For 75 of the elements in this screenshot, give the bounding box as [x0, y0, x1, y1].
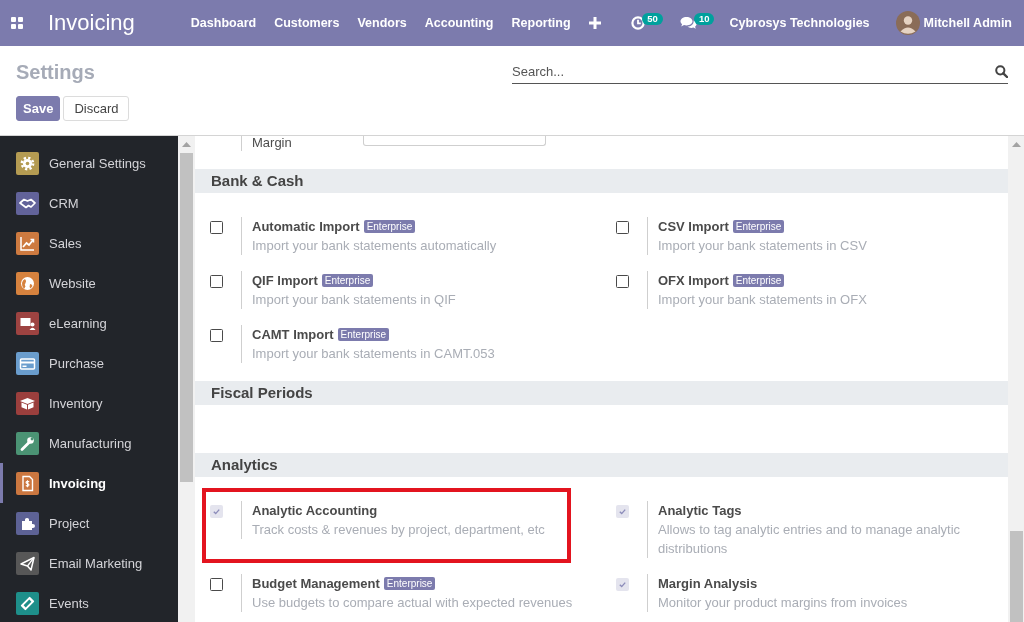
- notification-badge: 10: [693, 13, 715, 25]
- setting-description: Use budgets to compare actual with expected revenues: [252, 594, 574, 612]
- setting-title: Automatic Import: [252, 219, 360, 234]
- section-header: Fiscal Periods: [195, 381, 1008, 405]
- menu-item[interactable]: Reporting: [502, 16, 580, 30]
- checkbox[interactable]: [616, 505, 629, 518]
- input-field[interactable]: [363, 136, 546, 146]
- setting-title: CAMT Import: [252, 327, 334, 342]
- sidebar-item[interactable]: Email Marketing: [0, 543, 178, 583]
- checkbox[interactable]: [210, 221, 223, 234]
- setting-title: OFX Import: [658, 273, 729, 288]
- app-title[interactable]: Invoicing: [48, 10, 135, 36]
- search-field[interactable]: Search...: [512, 60, 1008, 84]
- setting-title: Analytic Accounting: [252, 503, 378, 518]
- page-title: Settings: [16, 60, 96, 84]
- company-switcher[interactable]: Cybrosys Technologies: [729, 16, 870, 30]
- sidebar-item[interactable]: Purchase: [0, 343, 178, 383]
- sidebar-item[interactable]: Manufacturing: [0, 423, 178, 463]
- enterprise-badge: Enterprise: [383, 577, 436, 590]
- section-header: Analytics: [195, 453, 1008, 477]
- search-icon[interactable]: [995, 65, 1008, 78]
- checkbox[interactable]: [616, 578, 629, 591]
- checkbox[interactable]: [616, 221, 629, 234]
- scrollbar-thumb[interactable]: [1009, 531, 1023, 622]
- checkbox[interactable]: [210, 578, 223, 591]
- setting-description: Import your bank statements automatically: [252, 237, 498, 255]
- setting-title: Margin Analysis: [658, 576, 758, 591]
- sidebar-item[interactable]: Project: [0, 503, 178, 543]
- enterprise-badge: Enterprise: [732, 274, 785, 287]
- scrollbar[interactable]: [178, 136, 195, 622]
- discard-button[interactable]: Discard: [63, 96, 130, 121]
- menu-item[interactable]: Vendors: [348, 16, 416, 30]
- setting-description: Track costs & revenues by project, department, etc: [252, 521, 546, 539]
- activity-icon[interactable]: [631, 16, 646, 30]
- plus-icon[interactable]: [589, 17, 602, 29]
- sidebar-item[interactable]: Sales: [0, 223, 178, 263]
- menu-item[interactable]: Accounting: [415, 16, 503, 30]
- checkbox[interactable]: [616, 275, 629, 288]
- enterprise-badge: Enterprise: [363, 220, 416, 233]
- menu-item[interactable]: Dashboard: [181, 16, 266, 30]
- sidebar-item[interactable]: Website: [0, 263, 178, 303]
- setting-title: Analytic Tags: [658, 503, 742, 518]
- scroll-up-icon[interactable]: [1011, 142, 1021, 147]
- setting-title: QIF Import: [252, 273, 318, 288]
- checkbox[interactable]: [210, 329, 223, 342]
- apps-menu-icon[interactable]: [11, 17, 23, 29]
- scroll-up-icon[interactable]: [182, 142, 191, 147]
- enterprise-badge: Enterprise: [732, 220, 785, 233]
- chat-icon[interactable]: [679, 16, 697, 30]
- field-label: Margin: [252, 136, 293, 150]
- save-button[interactable]: Save: [16, 96, 61, 121]
- setting-description: Import your bank statements in CAMT.053: [252, 345, 496, 363]
- setting-description: Allows to tag analytic entries and to manage analytic distributions: [658, 521, 962, 558]
- sidebar-item[interactable]: General Settings: [0, 143, 178, 183]
- sidebar-item[interactable]: CRM: [0, 183, 178, 223]
- scrollbar-thumb[interactable]: [180, 153, 193, 482]
- scrollbar[interactable]: [1008, 136, 1024, 622]
- sidebar-item[interactable]: Events: [0, 583, 178, 622]
- section-header: Bank & Cash: [195, 169, 1008, 193]
- enterprise-badge: Enterprise: [321, 274, 374, 287]
- setting-title: Budget Management: [252, 576, 380, 591]
- sidebar-item[interactable]: eLearning: [0, 303, 178, 343]
- checkbox[interactable]: [210, 275, 223, 288]
- setting-title: CSV Import: [658, 219, 729, 234]
- sidebar-item[interactable]: Inventory: [0, 383, 178, 423]
- setting-description: Import your bank statements in QIF: [252, 291, 457, 309]
- notification-badge: 50: [642, 13, 663, 25]
- setting-description: Monitor your product margins from invoices: [658, 594, 909, 612]
- setting-description: Import your bank statements in CSV: [658, 237, 868, 255]
- setting-description: Import your bank statements in OFX: [658, 291, 868, 309]
- checkbox[interactable]: [210, 505, 223, 518]
- enterprise-badge: Enterprise: [337, 328, 390, 341]
- user-menu[interactable]: Mitchell Admin: [923, 16, 1012, 30]
- menu-item[interactable]: Customers: [265, 16, 349, 30]
- avatar-icon[interactable]: [895, 11, 920, 35]
